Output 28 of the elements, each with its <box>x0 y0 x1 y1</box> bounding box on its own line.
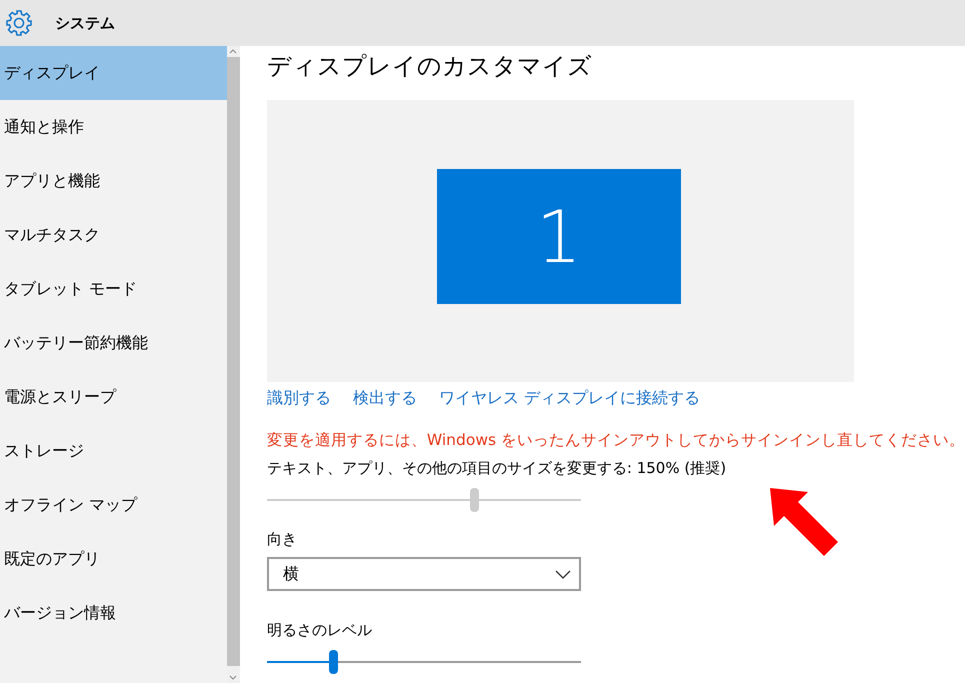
brightness-slider[interactable] <box>266 650 581 674</box>
orientation-label: 向き <box>266 530 298 549</box>
sidebar-item[interactable]: 通知と操作 <box>0 100 227 154</box>
scale-slider[interactable] <box>266 488 581 512</box>
scale-label: テキスト、アプリ、その他の項目のサイズを変更する: 150% (推奨) <box>266 459 728 478</box>
sidebar-item[interactable]: アプリと機能 <box>0 154 227 208</box>
window-title: システム <box>55 14 115 32</box>
sidebar-item[interactable]: バッテリー節約機能 <box>0 316 227 370</box>
sidebar-item[interactable]: タブレット モード <box>0 262 227 316</box>
sidebar-item[interactable]: ディスプレイ <box>0 46 227 100</box>
settings-icon <box>5 9 33 37</box>
scrollbar[interactable] <box>226 46 240 683</box>
page-title: ディスプレイのカスタマイズ <box>266 51 593 82</box>
monitor-tile[interactable]: 1 <box>436 169 681 304</box>
warning-message: 変更を適用するには、Windows をいったんサインアウトしてからサインインし直してください。 <box>266 430 965 451</box>
sidebar-item[interactable]: オフライン マップ <box>0 478 227 532</box>
sidebar-item[interactable]: バージョン情報 <box>0 586 227 640</box>
sidebar-item[interactable]: マルチタスク <box>0 208 227 262</box>
orientation-dropdown[interactable]: 横 <box>266 557 581 591</box>
sidebar-item[interactable]: 電源とスリープ <box>0 370 227 424</box>
link[interactable]: 検出する <box>352 388 417 410</box>
link[interactable]: ワイヤレス ディスプレイに接続する <box>438 388 700 410</box>
chevron-down-icon <box>554 570 571 578</box>
brightness-label: 明るさのレベル <box>266 621 373 640</box>
link[interactable]: 識別する <box>266 388 331 410</box>
sidebar-item[interactable]: 既定のアプリ <box>0 532 227 586</box>
arrow-icon <box>768 486 840 558</box>
sidebar-item[interactable]: ストレージ <box>0 424 227 478</box>
